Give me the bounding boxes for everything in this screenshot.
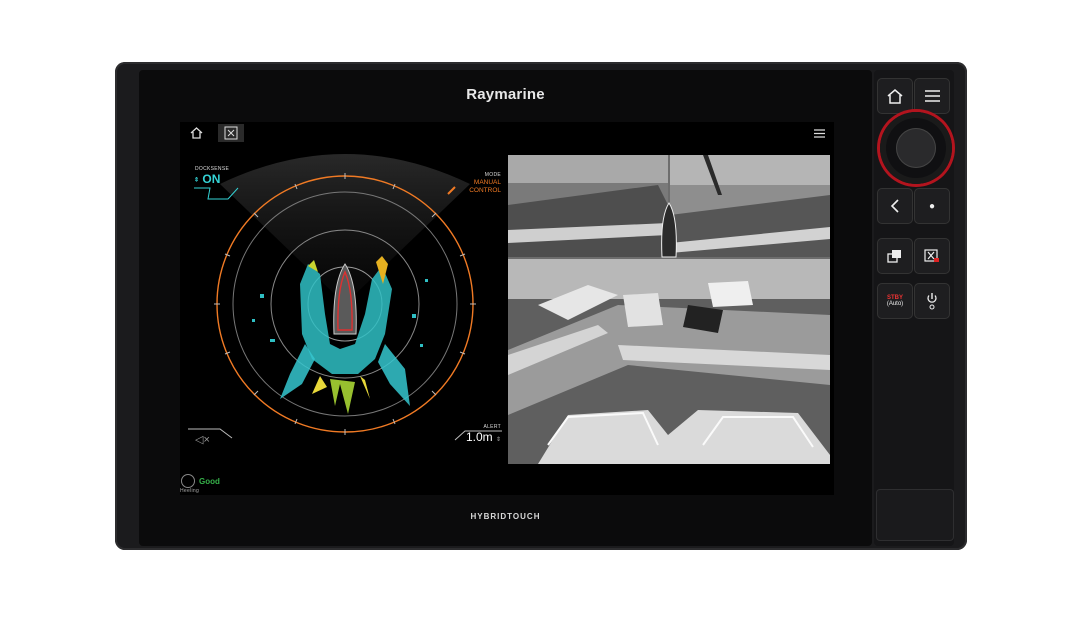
alert-value: 1.0m [465, 430, 493, 444]
dock-app-button[interactable] [218, 124, 244, 142]
joystick-knob[interactable] [896, 128, 936, 168]
power-icon [927, 293, 937, 310]
home-icon [887, 88, 903, 104]
menu-button[interactable] [806, 124, 832, 142]
heeling-indicator: Good Heeling [180, 474, 220, 494]
display-screen: DOCKSENSE ⇕ ON MODE MANUAL CONTROL ◁× AL… [180, 122, 834, 495]
mode-indicator[interactable]: MODE MANUAL CONTROL [469, 171, 501, 195]
home-button[interactable] [183, 124, 209, 142]
alert-updown-icon: ⇕ [495, 437, 501, 443]
alert-distance[interactable]: ALERT 1.0m ⇕ [466, 424, 501, 444]
hw-switch-app-button[interactable] [877, 238, 913, 274]
switch-app-icon [887, 250, 901, 263]
docksense-radar [188, 154, 502, 441]
heeling-status: Good [199, 476, 220, 486]
docksense-view: DOCKSENSE ⇕ ON MODE MANUAL CONTROL ◁× AL… [180, 144, 505, 495]
docksense-toggle[interactable]: ⇕ ON [194, 172, 220, 186]
card-slot-cover[interactable] [876, 489, 954, 541]
ok-icon: ● [928, 200, 936, 212]
camera-feed-grid [508, 155, 830, 464]
mode-label: MODE [484, 172, 501, 178]
model-label: HYBRIDTOUCH [470, 512, 541, 521]
rotary-controller[interactable] [880, 112, 952, 184]
dock-icon [224, 126, 238, 140]
speaker-mute-icon: ◁× [195, 434, 210, 446]
auto-label: (Auto) [886, 301, 904, 307]
docksense-value: ON [202, 172, 221, 186]
hw-ok-button[interactable]: ● [914, 188, 950, 224]
brand-logo: Raymarine [466, 86, 545, 103]
hw-home-button[interactable] [877, 78, 913, 114]
home-icon [190, 127, 202, 139]
mode-value-line2: CONTROL [469, 187, 501, 194]
mute-button[interactable]: ◁× [195, 433, 210, 446]
back-icon [890, 199, 899, 213]
camera-feeds [508, 155, 830, 464]
hw-power-button[interactable] [914, 283, 950, 319]
heeling-icon [181, 474, 195, 488]
hw-mob-button[interactable] [914, 238, 950, 274]
mode-value-line1: MANUAL [473, 179, 501, 186]
menu-icon [813, 128, 825, 138]
hw-standby-button[interactable]: STBY (Auto) [877, 283, 913, 319]
heeling-label: Heeling [180, 488, 200, 494]
updown-icon: ⇕ [194, 177, 200, 184]
hw-menu-button[interactable] [914, 78, 950, 114]
menu-icon [924, 90, 940, 102]
man-overboard-icon [924, 249, 939, 262]
hw-back-button[interactable] [877, 188, 913, 224]
